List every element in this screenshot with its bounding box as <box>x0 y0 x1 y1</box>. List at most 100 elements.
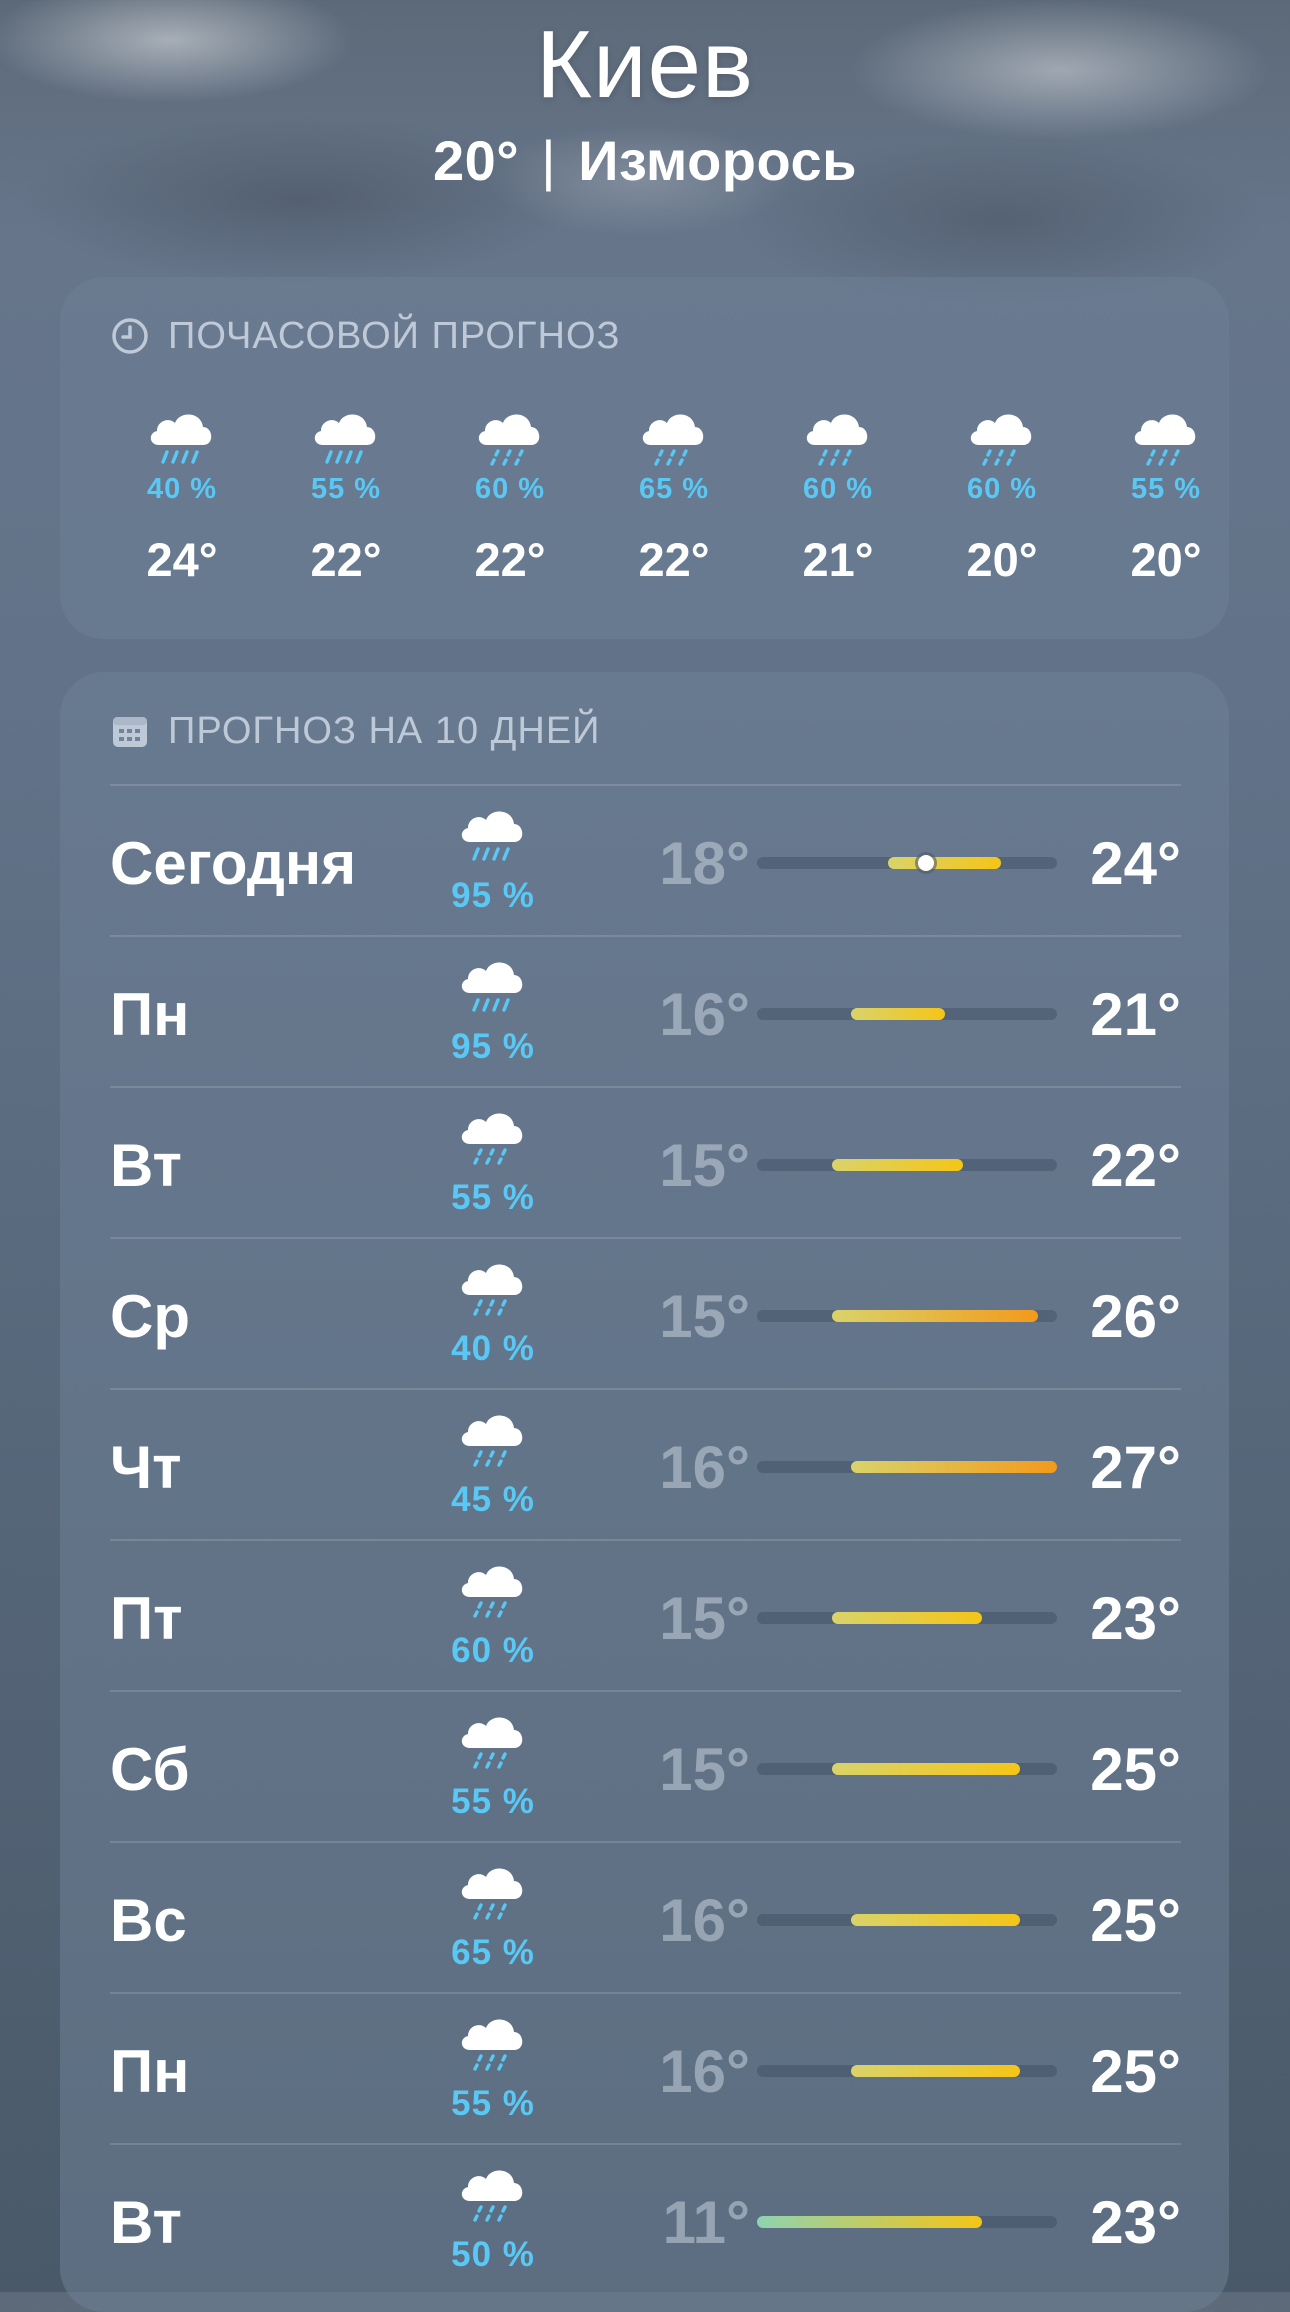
precip-chance: 95 % <box>451 876 535 915</box>
low-temp: 15° <box>659 1283 750 1350</box>
forecast-day-row[interactable]: Вт 55 % 15° 22° <box>110 1086 1181 1238</box>
temp-range-bar <box>757 1914 1057 1926</box>
hourly-item: 60 % 22° <box>445 407 575 586</box>
precip-chance: 65 % <box>451 1933 535 1972</box>
current-temp-marker <box>917 855 934 871</box>
precip-chance: 95 % <box>451 1027 535 1066</box>
precip-chance: 60 % <box>966 473 1038 505</box>
low-temp: 16° <box>659 981 750 1048</box>
cloud-rain-icon <box>461 811 523 861</box>
forecast-day-row[interactable]: Сб 55 % 15° 25° <box>110 1690 1181 1842</box>
high-temp: 26° <box>1090 1283 1181 1350</box>
low-temp: 16° <box>659 2038 750 2105</box>
day-label: Сб <box>110 1736 190 1803</box>
precip-chance: 40 % <box>451 1329 535 1368</box>
hourly-temp: 22° <box>638 533 710 586</box>
temp-range-bar <box>757 1763 1057 1775</box>
temp-range-fill <box>832 1612 982 1624</box>
day-label: Чт <box>110 1434 182 1501</box>
precip-chance: 45 % <box>451 1480 535 1519</box>
daily-title: ПРОГНОЗ НА 10 ДНЕЙ <box>168 709 601 752</box>
forecast-day-row[interactable]: Вт 50 % 11° 23° <box>110 2143 1181 2295</box>
hourly-item: 60 % 21° <box>773 407 903 586</box>
hourly-item: 60 % 20° <box>937 407 1067 586</box>
high-temp: 21° <box>1090 981 1181 1048</box>
precip-chance: 55 % <box>451 2084 535 2123</box>
calendar-icon <box>113 717 147 747</box>
precip-chance: 60 % <box>451 1631 535 1670</box>
precip-chance: 65 % <box>638 473 710 505</box>
low-temp: 18° <box>659 830 750 897</box>
cloud-drizzle-icon <box>461 1868 523 1920</box>
temp-range-fill <box>850 1914 1020 1926</box>
cloud-drizzle-icon <box>461 1566 523 1618</box>
temp-range-bar <box>757 1159 1057 1171</box>
high-temp: 23° <box>1090 1585 1181 1652</box>
cloud-drizzle-icon <box>642 414 704 466</box>
day-label: Пн <box>110 2038 190 2105</box>
temp-range-fill <box>850 1461 1057 1473</box>
low-temp: 16° <box>659 1887 750 1954</box>
day-label: Вт <box>110 2189 182 2256</box>
low-temp: 15° <box>659 1132 750 1199</box>
current-condition: Изморось <box>578 129 858 192</box>
forecast-day-row[interactable]: Ср 40 % 15° 26° <box>110 1237 1181 1389</box>
hourly-header: ПОЧАСОВОЙ ПРОГНОЗ <box>110 311 620 361</box>
hourly-forecast-card[interactable]: ПОЧАСОВОЙ ПРОГНОЗ 40 % 24° 55 % 22° 60 % 22° 6… <box>60 277 1229 639</box>
temp-range-fill <box>757 2216 982 2228</box>
temp-range-fill <box>850 2065 1020 2077</box>
day-label: Пт <box>110 1585 183 1652</box>
precip-chance: 55 % <box>451 1782 535 1821</box>
forecast-day-row[interactable]: Пн 55 % 16° 25° <box>110 1992 1181 2144</box>
cloud-drizzle-icon <box>461 2019 523 2071</box>
forecast-day-row[interactable]: Пн 95 % 16° 21° <box>110 935 1181 1087</box>
day-label: Вс <box>110 1887 187 1954</box>
high-temp: 27° <box>1090 1434 1181 1501</box>
clock-icon <box>112 318 148 354</box>
cloud-drizzle-icon <box>806 414 868 466</box>
cloud-drizzle-icon <box>478 414 540 466</box>
cloud-rain-icon <box>461 962 523 1012</box>
cloud-drizzle-icon <box>461 1264 523 1316</box>
high-temp: 25° <box>1090 2038 1181 2105</box>
hourly-temp: 24° <box>146 533 218 586</box>
temp-range-fill <box>832 1763 1020 1775</box>
temp-range-fill <box>888 857 1001 869</box>
high-temp: 25° <box>1090 1736 1181 1803</box>
temp-range-bar <box>757 2216 1057 2228</box>
temp-range-fill <box>850 1008 945 1020</box>
forecast-day-row[interactable]: Чт 45 % 16° 27° <box>110 1388 1181 1540</box>
hourly-temp: 22° <box>474 533 546 586</box>
cloud-drizzle-icon <box>461 1717 523 1769</box>
cloud-rain-icon <box>314 414 376 464</box>
temp-range-bar <box>757 1612 1057 1624</box>
high-temp: 25° <box>1090 1887 1181 1954</box>
temp-range-fill <box>832 1159 964 1171</box>
low-temp: 16° <box>659 1434 750 1501</box>
hourly-title: ПОЧАСОВОЙ ПРОГНОЗ <box>168 314 621 357</box>
day-label: Пн <box>110 981 190 1048</box>
temp-range-bar <box>757 1461 1057 1473</box>
city-name: Киев <box>536 11 754 118</box>
high-temp: 22° <box>1090 1132 1181 1199</box>
precip-chance: 40 % <box>146 473 218 505</box>
hourly-temp: 20° <box>1130 533 1202 586</box>
precip-chance: 55 % <box>310 473 382 505</box>
day-label: Вт <box>110 1132 182 1199</box>
forecast-day-row[interactable]: Сегодня 95 % 18° 24° <box>110 784 1181 936</box>
day-label: Сегодня <box>110 830 357 897</box>
forecast-day-row[interactable]: Пт 60 % 15° 23° <box>110 1539 1181 1691</box>
daily-forecast-card[interactable]: ПРОГНОЗ НА 10 ДНЕЙ Сегодня 95 % 18° 24° Пн 95… <box>60 672 1229 2312</box>
current-conditions: 20° | Изморось <box>0 128 1290 193</box>
cloud-drizzle-icon <box>461 2170 523 2222</box>
temp-range-bar <box>757 1008 1057 1020</box>
cloud-rain-icon <box>150 414 212 464</box>
forecast-day-row[interactable]: Вс 65 % 16° 25° <box>110 1841 1181 1993</box>
current-temp: 20° <box>432 129 520 192</box>
separator: | <box>541 129 557 192</box>
cloud-drizzle-icon <box>461 1113 523 1165</box>
precip-chance: 55 % <box>1130 473 1202 505</box>
temp-range-bar <box>757 2065 1057 2077</box>
temp-range-bar <box>757 855 1057 871</box>
hourly-item: 40 % 24° <box>117 407 247 586</box>
